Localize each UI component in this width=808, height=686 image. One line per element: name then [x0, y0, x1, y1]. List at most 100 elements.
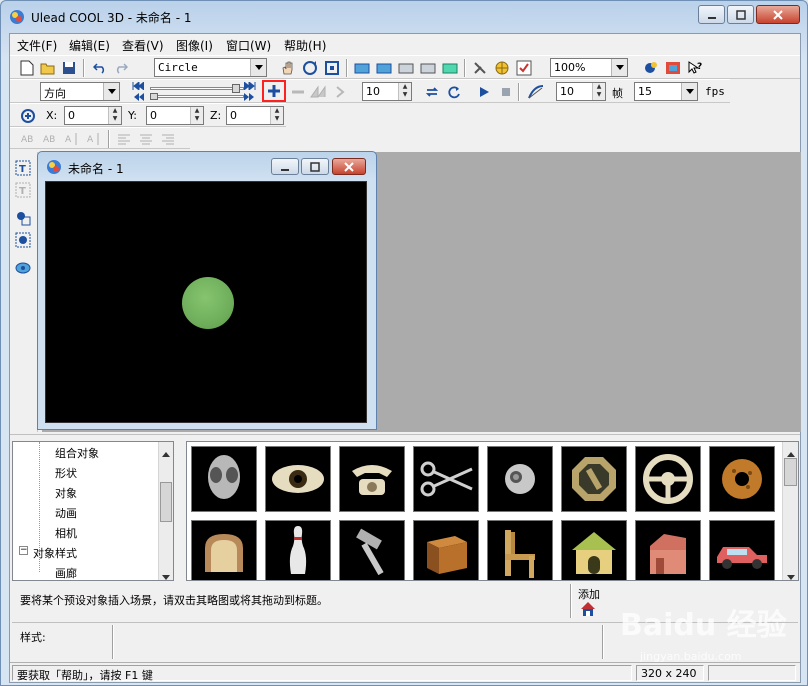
scroll-down-icon[interactable] [162, 570, 170, 580]
attribute-select[interactable]: 方向 [40, 82, 120, 101]
scroll-down-icon[interactable] [787, 570, 795, 580]
position-mode-button[interactable] [18, 106, 38, 126]
light-button[interactable] [470, 58, 490, 78]
tree-item-camera[interactable]: 相机 [55, 525, 77, 541]
new-button[interactable] [17, 58, 37, 78]
open-button[interactable] [38, 58, 58, 78]
menu-edit[interactable]: 编辑(E) [69, 37, 110, 54]
menu-image[interactable]: 图像(I) [176, 37, 213, 54]
line-compress-button[interactable]: A [84, 129, 104, 149]
tree-item-animation[interactable]: 动画 [55, 505, 77, 521]
thumbnail-donut[interactable] [709, 446, 775, 512]
tree-item-shape[interactable]: 形状 [55, 465, 77, 481]
slider-thumb[interactable] [150, 93, 158, 100]
align-right-button[interactable] [158, 129, 178, 149]
timeline-slider[interactable] [150, 84, 244, 100]
fps-select[interactable]: 15 [634, 82, 698, 101]
tree-scrollbar[interactable] [158, 442, 173, 580]
y-input[interactable]: 0 ▲ ▼ [146, 106, 204, 125]
maximize-button[interactable] [727, 5, 754, 24]
view-top-button[interactable] [374, 58, 394, 78]
align-left-button[interactable] [114, 129, 134, 149]
scroll-thumb[interactable] [160, 482, 172, 522]
prev-frame-button[interactable] [130, 91, 146, 103]
circle-object[interactable] [182, 277, 234, 329]
menu-file[interactable]: 文件(F) [17, 37, 57, 54]
context-help-button[interactable]: ? [685, 58, 705, 78]
spinner-arrows-icon[interactable]: ▲ ▼ [108, 107, 121, 124]
zoom-select[interactable]: 100% [550, 58, 628, 77]
spinner-arrows-icon[interactable]: ▲ ▼ [592, 83, 605, 100]
thumbnail-wooden-box[interactable] [413, 520, 479, 580]
spinner-arrows-icon[interactable]: ▲ ▼ [270, 107, 283, 124]
add-button[interactable] [579, 600, 597, 618]
thumbnail-car[interactable] [709, 520, 775, 580]
text-compress-button[interactable]: AB [40, 129, 60, 149]
thumbnail-steering-wheel[interactable] [635, 446, 701, 512]
minimize-button[interactable] [698, 5, 725, 24]
thumbnail-eye[interactable] [265, 446, 331, 512]
pingpong-button[interactable] [444, 82, 464, 102]
menu-window[interactable]: 窗口(W) [226, 37, 271, 54]
pan-tool-button[interactable] [278, 58, 298, 78]
view-back-button[interactable] [418, 58, 438, 78]
thumbnail-dog-house[interactable] [561, 520, 627, 580]
z-input[interactable]: 0 ▲ ▼ [226, 106, 284, 125]
resize-tool-button[interactable] [322, 58, 342, 78]
speed-button[interactable] [526, 82, 546, 102]
gallery-button[interactable] [663, 58, 683, 78]
tree-item-group-object[interactable]: 组合对象 [55, 445, 99, 461]
remove-keyframe-button[interactable] [288, 82, 308, 102]
play-button[interactable] [474, 82, 494, 102]
tree-item-gallery[interactable]: 画廊 [55, 565, 77, 580]
edit-text-button[interactable]: T [13, 180, 33, 200]
thumbnail-bowling-pin[interactable] [265, 520, 331, 580]
rotate-tool-button[interactable] [300, 58, 320, 78]
slider-thumb[interactable] [232, 84, 240, 93]
loop-button[interactable] [422, 82, 442, 102]
select-object-button[interactable] [13, 230, 33, 250]
menu-view[interactable]: 查看(V) [122, 37, 164, 54]
view-front-button[interactable] [352, 58, 372, 78]
line-spacing-button[interactable]: A [62, 129, 82, 149]
doc-close-button[interactable] [332, 158, 366, 175]
tree-item-object-style[interactable]: 对象样式 [33, 545, 77, 561]
add-keyframe-button[interactable] [262, 80, 286, 102]
globe-button[interactable] [492, 58, 512, 78]
close-button[interactable] [756, 5, 800, 24]
align-center-button[interactable] [136, 129, 156, 149]
redo-button[interactable] [111, 58, 131, 78]
tree-item-object[interactable]: 对象 [55, 485, 77, 501]
frame-number-input[interactable]: 10 ▲ ▼ [362, 82, 412, 101]
undo-button[interactable] [90, 58, 110, 78]
object-select[interactable]: Circle [154, 58, 267, 77]
lathe-object-button[interactable] [13, 258, 33, 278]
save-button[interactable] [59, 58, 79, 78]
view-side-button[interactable] [396, 58, 416, 78]
thumbnail-hammer[interactable] [339, 520, 405, 580]
next-frame-button[interactable] [242, 91, 258, 103]
doc-maximize-button[interactable] [301, 158, 329, 175]
x-input[interactable]: 0 ▲ ▼ [64, 106, 122, 125]
wizard-button[interactable] [641, 58, 661, 78]
thumbnail-chair[interactable] [487, 520, 553, 580]
text-spacing-button[interactable]: AB [18, 129, 38, 149]
insert-object-button[interactable] [13, 208, 33, 228]
render-canvas[interactable] [45, 181, 367, 423]
speed-input[interactable]: 10 ▲ ▼ [556, 82, 606, 101]
thumbnail-bread[interactable] [191, 520, 257, 580]
stop-button[interactable] [496, 82, 516, 102]
menu-help[interactable]: 帮助(H) [284, 37, 326, 54]
thumbnail-octagon-sign[interactable] [561, 446, 627, 512]
scroll-up-icon[interactable] [162, 447, 170, 460]
view-bottom-button[interactable] [440, 58, 460, 78]
doc-minimize-button[interactable] [271, 158, 299, 175]
thumbnail-alien-head[interactable] [191, 446, 257, 512]
insert-text-button[interactable]: T [13, 158, 33, 178]
scroll-thumb[interactable] [784, 458, 797, 486]
thumbnail-telephone[interactable] [339, 446, 405, 512]
spinner-arrows-icon[interactable]: ▲ ▼ [190, 107, 203, 124]
split-keyframe-button[interactable] [308, 82, 328, 102]
thumbnail-spiral-shell[interactable] [487, 446, 553, 512]
checkbox-button[interactable] [514, 58, 534, 78]
